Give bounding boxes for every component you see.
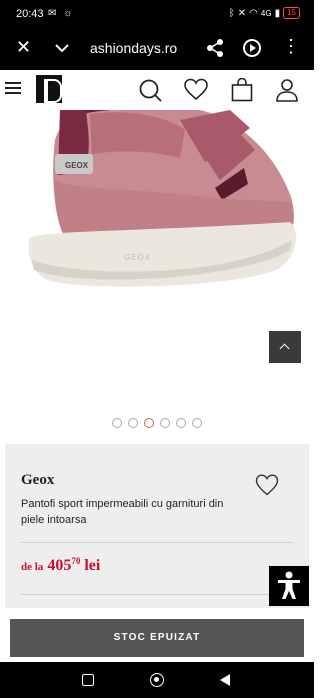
product-image[interactable]: GEOX GEOX bbox=[0, 110, 314, 410]
price-decimals: 70 bbox=[71, 556, 81, 566]
play-icon[interactable] bbox=[243, 39, 261, 57]
back-icon[interactable] bbox=[220, 674, 230, 686]
chevron-down-icon[interactable] bbox=[54, 40, 70, 56]
home-icon[interactable] bbox=[150, 673, 164, 687]
mail-icon: ✉ bbox=[48, 8, 59, 19]
product-brand[interactable]: Geox bbox=[21, 472, 54, 489]
url-text[interactable]: ashiondays.ro bbox=[90, 40, 177, 56]
network-type: 4G bbox=[260, 8, 272, 18]
battery-icon: 15 bbox=[283, 7, 300, 19]
divider bbox=[21, 542, 293, 543]
add-to-favorites-icon[interactable] bbox=[255, 474, 279, 496]
system-icons: ᛒ ✕ ◠ 4G ▮ 15 bbox=[229, 7, 300, 19]
signal-icon: ▮ bbox=[274, 7, 281, 19]
out-of-stock-button[interactable]: STOC EPUIZAT bbox=[10, 619, 304, 657]
bug-icon: ☼ bbox=[63, 8, 75, 19]
share-icon[interactable] bbox=[206, 38, 224, 58]
shopping-bag-icon[interactable] bbox=[230, 78, 254, 102]
system-navigation-bar bbox=[0, 662, 314, 698]
gallery-dot-1[interactable] bbox=[112, 418, 122, 428]
gallery-dot-3[interactable] bbox=[144, 418, 154, 428]
divider bbox=[21, 594, 293, 595]
more-options-icon[interactable]: ⋮ bbox=[282, 36, 300, 57]
battery-level: 15 bbox=[287, 8, 296, 17]
product-info-card: Geox Pantofi sport impermeabili cu garni… bbox=[5, 444, 309, 608]
bluetooth-icon: ᛒ bbox=[228, 7, 235, 19]
screen: 20:43 ✉ ☼ ᛒ ✕ ◠ 4G ▮ 15 ✕ ashiondays.ro … bbox=[0, 0, 314, 698]
price-integer: 405 bbox=[47, 557, 72, 574]
gallery-dot-2[interactable] bbox=[128, 418, 138, 428]
heart-icon[interactable] bbox=[184, 78, 208, 102]
status-bar: 20:43 ✉ ☼ ᛒ ✕ ◠ 4G ▮ 15 bbox=[0, 0, 314, 28]
browser-toolbar: ✕ ashiondays.ro ⋮ bbox=[0, 28, 314, 70]
price-currency: lei bbox=[84, 557, 101, 574]
gallery-dot-4[interactable] bbox=[160, 418, 170, 428]
site-logo[interactable] bbox=[36, 75, 62, 103]
product-description: Pantofi sport impermeabili cu garnituri … bbox=[21, 498, 224, 526]
shoe-illustration: GEOX GEOX bbox=[28, 110, 296, 287]
search-icon[interactable] bbox=[138, 78, 162, 102]
price-prefix: de la bbox=[21, 561, 44, 573]
status-time: 20:43 bbox=[16, 8, 44, 20]
gallery-dot-5[interactable] bbox=[176, 418, 186, 428]
scroll-to-top-button[interactable] bbox=[269, 331, 301, 363]
tab-text: GEOX bbox=[65, 161, 89, 170]
gallery-dot-6[interactable] bbox=[192, 418, 202, 428]
mute-icon: ✕ bbox=[237, 7, 247, 19]
notification-icons: ✉ ☼ bbox=[48, 8, 74, 19]
accessibility-button[interactable] bbox=[269, 566, 309, 606]
accessibility-icon bbox=[278, 571, 300, 599]
product-price: de la 40570 lei bbox=[21, 556, 100, 575]
gallery-pagination bbox=[112, 418, 202, 428]
hamburger-menu-icon[interactable] bbox=[5, 82, 21, 96]
recent-apps-icon[interactable] bbox=[82, 674, 94, 686]
site-header bbox=[0, 70, 314, 110]
close-icon[interactable]: ✕ bbox=[16, 37, 31, 58]
user-account-icon[interactable] bbox=[275, 78, 299, 102]
wifi-icon: ◠ bbox=[249, 7, 258, 19]
sole-text: GEOX bbox=[124, 253, 151, 262]
